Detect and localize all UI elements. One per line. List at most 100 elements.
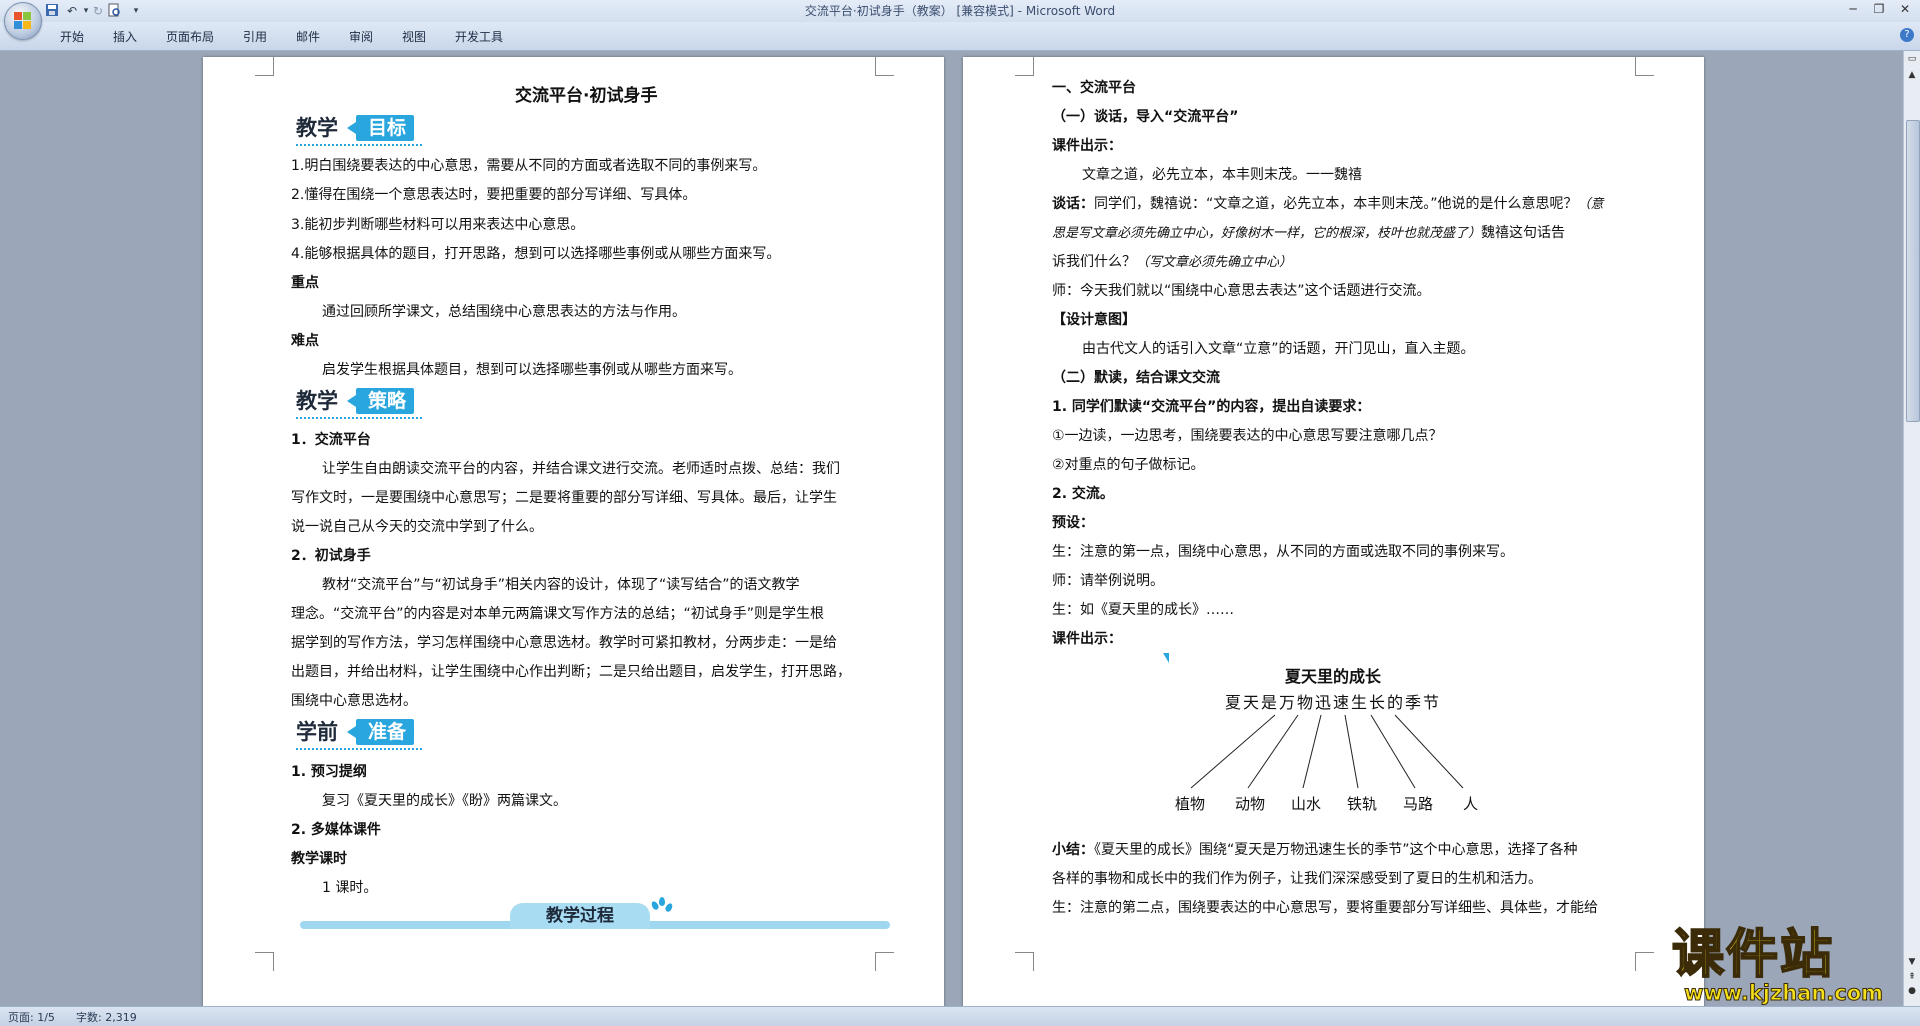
diagram-leaf: 山水 bbox=[1291, 795, 1322, 813]
key-point-label: 重点 bbox=[291, 275, 319, 291]
crop-mark bbox=[875, 952, 894, 971]
section-heading: 一、交流平台 bbox=[1052, 80, 1136, 96]
watermark-logo-text: 课件站 bbox=[1671, 924, 1835, 986]
talk-label: 谈话： bbox=[1052, 196, 1094, 212]
scroll-thumb[interactable] bbox=[1906, 120, 1920, 422]
section-header-strategy: 教学 策略 bbox=[296, 387, 426, 419]
crop-mark bbox=[1635, 952, 1654, 971]
talk-line: 谈话：同学们，魏禧说：“文章之道，必先立本，本丰则末茂。”他说的是什么意思呢？（… bbox=[1052, 193, 1604, 213]
tab-insert[interactable]: 插入 bbox=[113, 28, 137, 45]
help-icon[interactable]: ? bbox=[1900, 28, 1914, 42]
redo-icon[interactable]: ↻ bbox=[90, 3, 106, 19]
header-pill: 策略 bbox=[346, 388, 415, 414]
hours-label: 教学课时 bbox=[291, 851, 347, 867]
talk-note: 思是写文章必须先确立中心，好像树木一样，它的根深，枝叶也就茂盛了） bbox=[1052, 226, 1482, 241]
document-title: 交流平台·初试身手 bbox=[515, 86, 658, 106]
crop-mark bbox=[875, 57, 894, 76]
title-bar: 交流平台·初试身手（教案） [兼容模式] - Microsoft Word ↶ … bbox=[0, 0, 1920, 22]
talk-note: （写文章必须先确立中心） bbox=[1136, 255, 1293, 270]
word-count[interactable]: 字数: 2,319 bbox=[76, 1009, 137, 1025]
diagram-branches bbox=[1190, 714, 1464, 789]
strategy-line: 围绕中心意思选材。 bbox=[291, 693, 417, 709]
banner-label: 教学过程 bbox=[510, 903, 650, 929]
strategy-title: 2．初试身手 bbox=[291, 548, 371, 564]
exchange-title: 2. 交流。 bbox=[1052, 486, 1114, 502]
page-2[interactable]: 一、交流平台 （一）谈话，导入“交流平台” 课件出示： 文章之道，必先立本，本丰… bbox=[963, 57, 1704, 1006]
water-drops-icon bbox=[650, 897, 674, 915]
status-bar: 页面: 1/5 字数: 2,319 bbox=[0, 1006, 1920, 1026]
header-underline bbox=[296, 748, 422, 750]
prep-text: 复习《夏天里的成长》《盼》两篇课文。 bbox=[322, 793, 567, 809]
previous-page-icon[interactable]: ⇞ bbox=[1906, 971, 1918, 983]
strategy-line: 写作文时，一是要围绕中心意思写；二是要将重要的部分写详细、写具体。最后，让学生 bbox=[291, 490, 837, 506]
summary-text: 《夏天里的成长》围绕“夏天是万物迅速生长的季节”这个中心意思，选择了各种 bbox=[1094, 842, 1578, 858]
minimize-icon[interactable]: ─ bbox=[1840, 0, 1866, 20]
save-icon[interactable] bbox=[44, 3, 60, 19]
crop-mark bbox=[1635, 57, 1654, 76]
strategy-line: 出题目，并给出材料，让学生围绕中心作出判断；二是只给出题目，启发学生，打开思路， bbox=[291, 664, 851, 680]
tab-developer[interactable]: 开发工具 bbox=[455, 28, 503, 45]
process-banner: 教学过程 bbox=[300, 897, 890, 929]
ruler-toggle-icon[interactable]: ▭ bbox=[1906, 53, 1918, 65]
diagram-leaf: 人 bbox=[1463, 795, 1479, 813]
dialogue-line: 生：注意的第一点，围绕中心意思，从不同的方面或选取不同的事例来写。 bbox=[1052, 544, 1514, 560]
header-underline bbox=[296, 417, 422, 419]
strategy-line: 理念。“交流平台”的内容是对本单元两篇课文写作方法的总结；“初试身手”则是学生根 bbox=[291, 606, 825, 622]
talk-text: 诉我们什么？ bbox=[1052, 254, 1136, 270]
dialogue-line: 生：注意的第二点，围绕要表达的中心意思写，要将重要部分写详细些、具体些，才能给 bbox=[1052, 900, 1598, 916]
summary-line: 小结：《夏天里的成长》围绕“夏天是万物迅速生长的季节”这个中心意思，选择了各种 bbox=[1052, 839, 1578, 859]
site-watermark: 课件站 www.kjzhan.com bbox=[1671, 924, 1902, 1006]
prep-title: 2. 多媒体课件 bbox=[291, 822, 381, 838]
dialogue-line: 生：如《夏天里的成长》…… bbox=[1052, 602, 1234, 618]
browse-object-icon[interactable]: ● bbox=[1906, 985, 1918, 997]
close-icon[interactable]: ✕ bbox=[1892, 0, 1918, 20]
diagram-leaf: 动物 bbox=[1235, 795, 1266, 813]
watermark-url: www.kjzhan.com bbox=[1683, 981, 1884, 1006]
diagram-leaf: 铁轨 bbox=[1347, 795, 1378, 813]
tab-review[interactable]: 审阅 bbox=[349, 28, 373, 45]
tab-view[interactable]: 视图 bbox=[402, 28, 426, 45]
design-label: 【设计意图】 bbox=[1052, 312, 1136, 328]
crop-mark bbox=[255, 952, 274, 971]
customize-toolbar-icon[interactable]: ▾ bbox=[128, 3, 144, 19]
vertical-scrollbar[interactable]: ▭ ▲ ▼ ⇞ ● bbox=[1903, 51, 1920, 1006]
sub-heading: （一）谈话，导入“交流平台” bbox=[1052, 109, 1239, 125]
strategy-line: 据学到的写作方法，学习怎样围绕中心意思选材。教学时可紧扣教材，分两步走：一是给 bbox=[291, 635, 837, 651]
tab-home[interactable]: 开始 bbox=[60, 28, 84, 45]
restore-icon[interactable]: ❐ bbox=[1866, 0, 1892, 20]
header-text: 教学 bbox=[296, 389, 338, 413]
tree-diagram: 夏天里的成长 夏天是万物迅速生长的季节 植物 动物 山水 铁轨 马路 人 bbox=[1163, 653, 1503, 813]
tab-references[interactable]: 引用 bbox=[243, 28, 267, 45]
requirement-title: 1. 同学们默读“交流平台”的内容，提出自读要求： bbox=[1052, 399, 1371, 415]
quote-text: 文章之道，必先立本，本丰则末茂。一一魏禧 bbox=[1082, 167, 1362, 183]
document-area: 交流平台·初试身手 教学 目标 1.明白围绕要表达的中心意思，需要从不同的方面或… bbox=[0, 51, 1903, 1006]
scroll-up-icon[interactable]: ▲ bbox=[1906, 69, 1918, 81]
crop-mark bbox=[1015, 952, 1034, 971]
page-1[interactable]: 交流平台·初试身手 教学 目标 1.明白围绕要表达的中心意思，需要从不同的方面或… bbox=[203, 57, 944, 1006]
strategy-line: 说一说自己从今天的交流中学到了什么。 bbox=[291, 519, 543, 535]
diagram-leaf: 植物 bbox=[1175, 795, 1206, 813]
header-pill: 目标 bbox=[346, 115, 415, 141]
header-text: 教学 bbox=[296, 116, 338, 140]
print-preview-icon[interactable] bbox=[106, 3, 122, 19]
tab-mailings[interactable]: 邮件 bbox=[296, 28, 320, 45]
page-indicator[interactable]: 页面: 1/5 bbox=[8, 1009, 55, 1025]
talk-note: （意 bbox=[1577, 197, 1604, 212]
diagram-leaf: 马路 bbox=[1403, 795, 1434, 813]
scroll-down-icon[interactable]: ▼ bbox=[1906, 956, 1918, 968]
strategy-title: 1．交流平台 bbox=[291, 432, 371, 448]
summary-line: 各样的事物和成长中的我们作为例子，让我们深深感受到了夏日的生机和活力。 bbox=[1052, 871, 1542, 887]
sub-heading: （二）默读，结合课文交流 bbox=[1052, 370, 1220, 386]
talk-text: 魏禧这句话告 bbox=[1481, 225, 1566, 241]
office-button[interactable] bbox=[4, 2, 42, 40]
goal-item: 4.能够根据具体的题目，打开思路，想到可以选择哪些事例或从哪些方面来写。 bbox=[291, 246, 781, 262]
header-pill: 准备 bbox=[346, 719, 415, 745]
ribbon-tab-bar: 开始 插入 页面布局 引用 邮件 审阅 视图 开发工具 ? bbox=[0, 22, 1920, 51]
difficulty-text: 启发学生根据具体题目，想到可以选择哪些事例或从哪些方面来写。 bbox=[322, 362, 742, 378]
teacher-line: 师：今天我们就以“围绕中心意思去表达”这个话题进行交流。 bbox=[1052, 283, 1431, 299]
prep-title: 1. 预习提纲 bbox=[291, 764, 367, 780]
tab-page-layout[interactable]: 页面布局 bbox=[166, 28, 214, 45]
crop-mark bbox=[255, 57, 274, 76]
requirement-item: ①一边读，一边思考，围绕要表达的中心意思写要注意哪几点？ bbox=[1052, 428, 1443, 444]
summary-label: 小结： bbox=[1052, 842, 1094, 858]
